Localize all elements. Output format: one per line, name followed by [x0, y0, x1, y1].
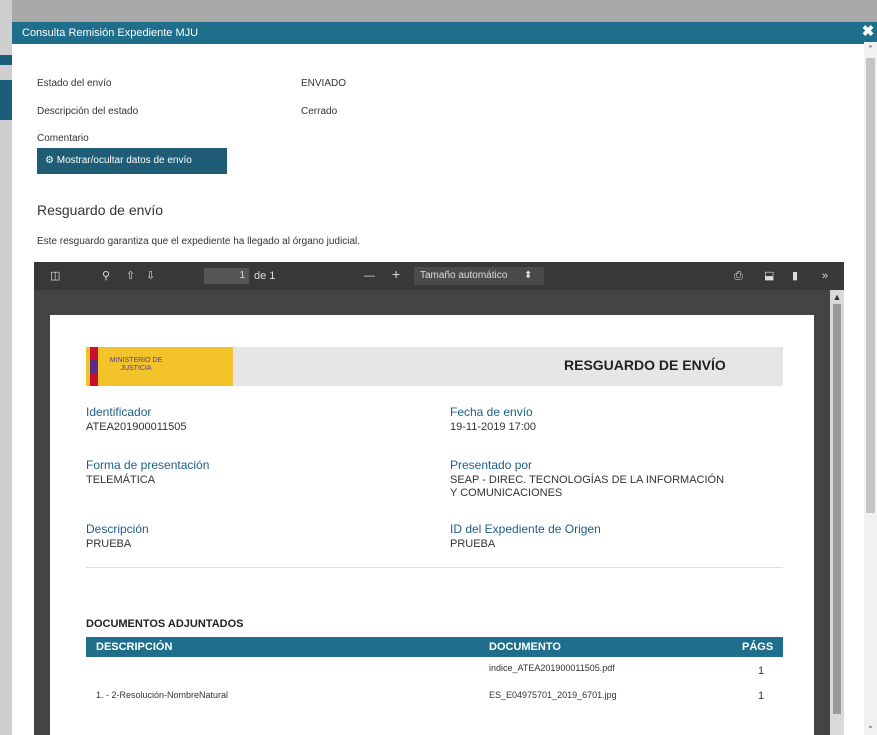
print-icon[interactable]: ⎙ — [734, 269, 743, 283]
pdf-scrollbar[interactable]: ▲ — [830, 290, 844, 735]
zoom-out-icon[interactable]: — — [364, 269, 375, 283]
download-icon[interactable]: ⬓ — [764, 269, 774, 283]
zoom-select[interactable]: Tamaño automático ⬍ — [414, 267, 544, 285]
identificador-value: ATEA201900011505 — [86, 421, 187, 433]
modal-title: Consulta Remisión Expediente MJU — [12, 22, 864, 44]
field-value-estado: ENVIADO — [301, 78, 347, 89]
presentado-value-line1: SEAP - DIREC. TECNOLOGÍAS DE LA INFORMAC… — [450, 474, 725, 486]
row-descripcion: 1. - 2-Resolución-NombreNatural — [96, 690, 229, 700]
identificador-label: Identificador — [86, 405, 152, 419]
sidebar-toggle-icon[interactable]: ◫ — [50, 269, 60, 283]
field-value-descripcion-estado: Cerrado — [301, 106, 338, 117]
toggle-datos-envio-label: Mostrar/ocultar datos de envío — [56, 155, 192, 166]
scroll-up-icon[interactable]: ▲ — [830, 290, 844, 304]
scroll-up-icon[interactable]: ⌃ — [864, 42, 877, 56]
header-documento: DOCUMENTO — [489, 641, 561, 653]
logo-text: MINISTERIO DE JUSTICIA — [109, 357, 163, 372]
zoom-select-value: Tamaño automático — [420, 270, 508, 281]
row-pags: 1 — [758, 690, 765, 702]
descripcion-value: PRUEBA — [86, 538, 132, 550]
presentado-value-line2: Y COMUNICACIONES — [450, 487, 563, 499]
ministerio-justicia-logo: MINISTERIO DE JUSTICIA — [86, 347, 233, 386]
fecha-label: Fecha de envío — [450, 405, 533, 419]
gear-icon: ⚙ — [45, 155, 54, 166]
forma-value: TELEMÁTICA — [86, 474, 156, 486]
row-documento: ES_E04975701_2019_6701.jpg — [489, 690, 617, 700]
field-label-estado: Estado del envío — [37, 78, 112, 89]
next-page-icon[interactable]: ⇩ — [146, 269, 155, 283]
row-pags: 1 — [758, 665, 765, 677]
bookmark-icon[interactable]: ▮ — [792, 269, 798, 283]
divider — [86, 567, 783, 568]
logo-stripes — [90, 347, 98, 386]
row-documento: indice_ATEA201900011505.pdf — [489, 663, 615, 673]
modal-scroll-thumb[interactable] — [866, 58, 875, 513]
modal-scrollbar[interactable]: ⌃ ⌄ — [864, 42, 877, 735]
header-pags: PÁGS — [742, 641, 774, 653]
scroll-down-icon[interactable]: ⌄ — [864, 718, 877, 732]
pdf-viewer: ◫ ⚲ ⇧ ⇩ 1 de 1 — + Tamaño automático ⬍ ⎙… — [34, 262, 844, 735]
section-note: Este resguardo garantiza que el expedien… — [37, 236, 361, 247]
page-number-input[interactable]: 1 — [204, 268, 249, 284]
dropdown-icon: ⬍ — [524, 270, 533, 281]
previous-page-icon[interactable]: ⇧ — [126, 269, 135, 283]
close-icon[interactable]: ✖ — [859, 22, 877, 42]
field-label-descripcion-estado: Descripción del estado — [37, 106, 139, 117]
search-icon[interactable]: ⚲ — [102, 269, 110, 283]
pdf-page: MINISTERIO DE JUSTICIA RESGUARDO DE ENVÍ… — [50, 315, 814, 735]
modal-dialog: Consulta Remisión Expediente MJU Estado … — [12, 22, 864, 735]
toggle-datos-envio-button[interactable]: ⚙ Mostrar/ocultar datos de envío — [37, 148, 227, 174]
pdf-scroll-thumb[interactable] — [833, 304, 841, 714]
fecha-value: 19-11-2019 17:00 — [450, 421, 537, 433]
id-expediente-value: PRUEBA — [450, 538, 496, 550]
background-bar — [0, 80, 12, 120]
header-descripcion: DESCRIPCIÓN — [96, 641, 173, 653]
descripcion-label: Descripción — [86, 522, 149, 536]
more-tools-icon[interactable]: » — [822, 269, 828, 283]
zoom-in-icon[interactable]: + — [392, 267, 400, 281]
section-title: Resguardo de envío — [37, 202, 164, 218]
forma-label: Forma de presentación — [86, 458, 210, 472]
document-title: RESGUARDO DE ENVÍO — [564, 357, 726, 373]
presentado-label: Presentado por — [450, 458, 533, 472]
pdf-toolbar: ◫ ⚲ ⇧ ⇩ 1 de 1 — + Tamaño automático ⬍ ⎙… — [34, 262, 844, 290]
documentos-table-header: DESCRIPCIÓN DOCUMENTO PÁGS — [86, 637, 783, 657]
page-total: de 1 — [254, 270, 276, 282]
field-label-comentario: Comentario — [37, 133, 89, 144]
id-expediente-label: ID del Expediente de Origen — [450, 522, 601, 536]
background-bar — [0, 55, 12, 65]
documentos-title: DOCUMENTOS ADJUNTADOS — [86, 618, 244, 630]
